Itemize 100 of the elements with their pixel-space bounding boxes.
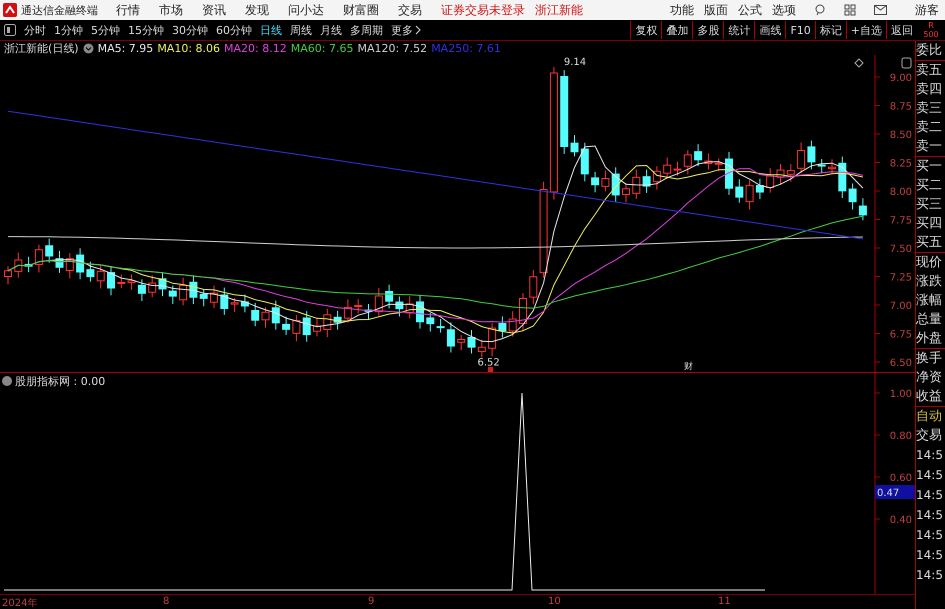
- quote-label: 卖三: [916, 100, 943, 118]
- candlestick: [652, 166, 661, 190]
- menu-item[interactable]: 问小达: [288, 2, 324, 18]
- candlestick: [457, 334, 466, 351]
- candlestick: [272, 300, 280, 330]
- candlestick: [776, 164, 784, 186]
- period-tab[interactable]: 5分钟: [91, 22, 120, 38]
- diamond-icon[interactable]: [854, 58, 864, 68]
- candlestick: [334, 310, 342, 330]
- mail-icon[interactable]: [874, 5, 887, 15]
- candlestick: [591, 171, 600, 193]
- dropdown-icon[interactable]: [2, 376, 12, 386]
- chat-icon[interactable]: [814, 4, 826, 16]
- menu-item[interactable]: 市场: [159, 2, 183, 18]
- candlestick: [4, 266, 12, 285]
- high-price-label: 9.14: [564, 57, 586, 68]
- quote-label: 买一: [916, 156, 945, 176]
- toolbar-button[interactable]: +自选: [846, 21, 886, 39]
- toolbar-button[interactable]: 多股: [692, 21, 724, 39]
- candlestick: [714, 158, 723, 172]
- candlestick: [663, 157, 672, 180]
- login-status[interactable]: 证券交易未登录: [441, 2, 525, 18]
- dropdown-icon[interactable]: [82, 42, 94, 54]
- date-axis-label: 2024年: [2, 597, 38, 609]
- candlestick: [570, 134, 578, 157]
- price-axis-label: 7.25: [890, 272, 912, 284]
- chevron-right-icon[interactable]: [415, 25, 421, 35]
- date-axis-label: 9: [368, 596, 374, 608]
- candlestick: [107, 266, 115, 296]
- menu-item[interactable]: 版面: [704, 2, 728, 18]
- price-axis-label: 6.50: [890, 358, 912, 369]
- candlestick: [858, 198, 867, 221]
- quote-label: 涨跌: [916, 273, 943, 291]
- candlestick: [746, 180, 754, 210]
- period-tab[interactable]: 1分钟: [54, 22, 83, 38]
- candlestick: [14, 252, 22, 278]
- menu-item[interactable]: 发现: [245, 2, 269, 18]
- grid-icon[interactable]: [844, 4, 856, 16]
- quote-label: 收益: [916, 388, 943, 406]
- candlestick: [828, 158, 836, 174]
- tick-time: 14:5: [916, 547, 944, 564]
- price-axis-label: 7.50: [890, 244, 912, 255]
- event-mark[interactable]: 财: [684, 362, 693, 372]
- toolbar-button[interactable]: 复权: [630, 21, 662, 39]
- candlestick: [56, 250, 64, 274]
- toolbar-button[interactable]: 画线: [754, 21, 786, 39]
- period-tab[interactable]: 15分钟: [128, 22, 164, 38]
- toolbar-button[interactable]: 返回: [886, 21, 917, 39]
- candlestick: [786, 164, 795, 182]
- menu-item[interactable]: 资讯: [202, 2, 226, 18]
- candlestick: [24, 256, 33, 273]
- event-marker-icon[interactable]: [488, 367, 493, 372]
- candlestick: [756, 178, 764, 200]
- date-axis-label: 8: [163, 596, 170, 608]
- period-tab[interactable]: 分时: [24, 22, 46, 38]
- price-axis-label: 6.75: [890, 330, 912, 340]
- toolbar-button[interactable]: 叠加: [661, 21, 692, 39]
- candlestick: [34, 244, 43, 273]
- candlestick: [426, 312, 434, 332]
- toolbar-button[interactable]: F10: [785, 21, 815, 39]
- indicator-axis-label: 0.80: [890, 431, 912, 442]
- menu-item[interactable]: 行情: [116, 2, 140, 18]
- moving-average-label: MA60: 7.65: [290, 42, 354, 54]
- period-tab[interactable]: 日线: [260, 22, 282, 38]
- quote-label: 总量: [916, 311, 943, 329]
- menu-item[interactable]: 选项: [772, 2, 796, 18]
- candlestick: [735, 178, 744, 204]
- user-label[interactable]: 游客: [915, 2, 939, 18]
- candlestick: [818, 158, 826, 174]
- corner-label: R 500: [922, 20, 940, 40]
- quote-label: 涨幅: [916, 292, 943, 310]
- menu-item[interactable]: 财富圈: [343, 2, 379, 18]
- period-tab[interactable]: 多周期: [350, 22, 383, 38]
- panel-toggle-icon[interactable]: [902, 58, 912, 68]
- period-tab[interactable]: 60分钟: [216, 22, 252, 38]
- candlestick: [158, 272, 166, 297]
- period-tab[interactable]: 周线: [290, 22, 312, 38]
- candlestick: [148, 274, 156, 298]
- candlestick: [179, 277, 188, 306]
- menu-item[interactable]: 公式: [738, 2, 762, 18]
- period-tab[interactable]: 更多: [391, 22, 413, 38]
- candlestick: [601, 170, 610, 192]
- candlestick: [807, 140, 816, 170]
- menu-item[interactable]: 交易: [398, 2, 422, 18]
- tick-time: 14:5: [916, 487, 944, 504]
- panel-toggle-icon[interactable]: [4, 24, 16, 36]
- candlestick: [189, 274, 198, 305]
- candlestick: [446, 322, 455, 353]
- quote-label: 买五: [916, 234, 943, 252]
- toolbar-button[interactable]: 统计: [723, 21, 754, 39]
- candlestick: [210, 284, 218, 309]
- toolbar-button[interactable]: 标记: [814, 21, 846, 39]
- menu-item[interactable]: 功能: [670, 2, 694, 18]
- candlestick: [684, 150, 692, 175]
- candlestick: [436, 318, 445, 334]
- candlestick: [251, 302, 260, 327]
- period-tab[interactable]: 30分钟: [172, 22, 208, 38]
- moving-average-label: MA20: 8.12: [224, 42, 287, 54]
- period-tab[interactable]: 月线: [320, 22, 342, 38]
- candlestick: [240, 294, 249, 313]
